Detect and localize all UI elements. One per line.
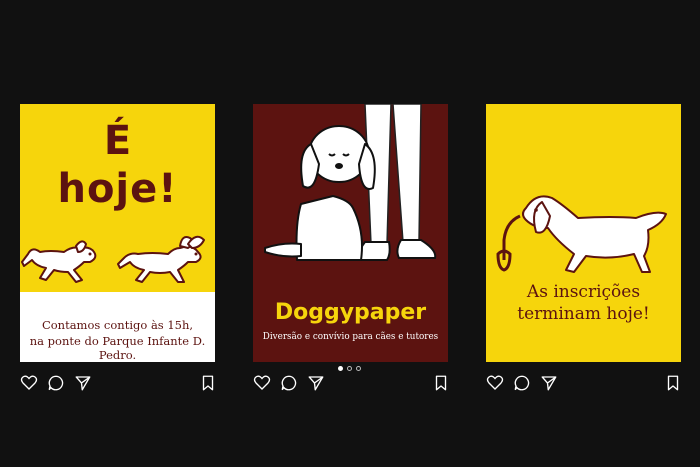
post1-caption-box: Contamos contigo às 15h, na ponte do Par… — [20, 292, 215, 362]
dog-with-leash-illustration — [496, 195, 667, 273]
heart-icon[interactable] — [253, 374, 271, 392]
post-card-1[interactable]: É hoje! Contamos contigo às 15h, na pont… — [20, 104, 215, 362]
post1-text-line2: na ponte do Parque Infante D. Pedro. — [29, 334, 206, 362]
post3-text-line1: As inscrições — [526, 282, 641, 302]
comment-icon[interactable] — [513, 374, 531, 392]
share-icon[interactable] — [540, 374, 558, 392]
carousel-dot-active[interactable] — [338, 366, 343, 371]
post1-text-line1: Contamos contigo às 15h, — [41, 318, 194, 332]
heart-icon[interactable] — [486, 374, 504, 392]
heart-icon[interactable] — [20, 374, 38, 392]
bookmark-icon[interactable] — [664, 374, 682, 392]
bookmark-icon[interactable] — [199, 374, 217, 392]
post2-title: Doggypaper — [274, 300, 427, 325]
carousel-dot[interactable] — [347, 366, 352, 371]
post-card-2[interactable]: Doggypaper Diversão e convívio para cães… — [253, 104, 448, 362]
carousel-dots[interactable] — [336, 366, 366, 374]
comment-icon[interactable] — [47, 374, 65, 392]
dog-and-owner-illustration — [264, 104, 437, 261]
post1-title-line2: hoje! — [57, 166, 178, 212]
share-icon[interactable] — [307, 374, 325, 392]
running-dogs-illustration — [21, 235, 205, 283]
post1-title-line1: É — [103, 118, 132, 164]
carousel-dot[interactable] — [356, 366, 361, 371]
bookmark-icon[interactable] — [432, 374, 450, 392]
share-icon[interactable] — [74, 374, 92, 392]
post-card-3[interactable]: As inscrições terminam hoje! — [486, 104, 681, 362]
post2-subtitle: Diversão e convívio para cães e tutores — [262, 332, 439, 342]
comment-icon[interactable] — [280, 374, 298, 392]
post3-text-line2: terminam hoje! — [517, 304, 650, 324]
